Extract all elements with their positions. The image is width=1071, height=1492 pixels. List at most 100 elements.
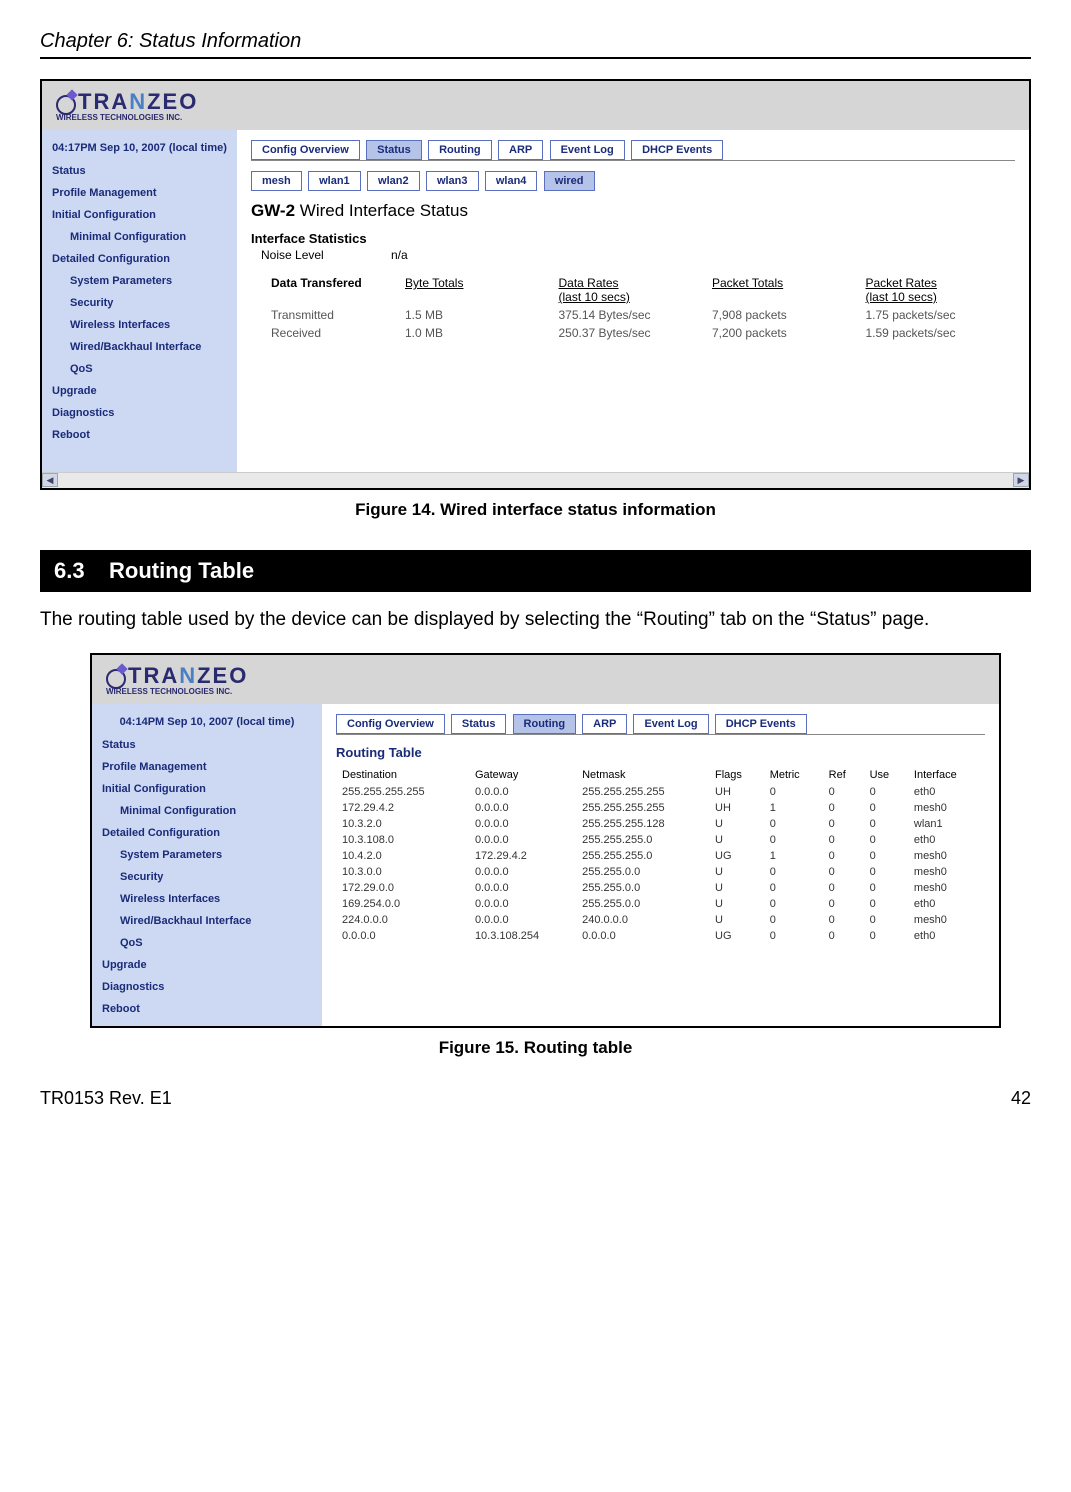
transfer-table: Data Transfered Byte Totals Data Rates(l… [251,274,1015,342]
rt-cell: 0 [764,928,823,944]
rt-cell: 10.3.0.0 [336,864,469,880]
rt-cell: mesh0 [908,864,985,880]
logo-text-a: TRA [78,89,129,114]
rt-col: Netmask [576,766,709,784]
sidebar-item-wireless[interactable]: Wireless Interfaces [42,314,237,336]
noise-label: Noise Level [251,248,391,262]
sidebar2-qos[interactable]: QoS [92,932,322,954]
subtab-wired[interactable]: wired [544,171,595,191]
tab2-routing[interactable]: Routing [513,714,577,734]
scroll-right-icon[interactable]: ▶ [1013,473,1029,487]
rt-cell: UH [709,784,764,800]
rt-cell: U [709,864,764,880]
rt-cell: 10.3.108.254 [469,928,576,944]
sidebar2-profile[interactable]: Profile Management [92,756,322,778]
sidebar2-reboot[interactable]: Reboot [92,998,322,1020]
rt-cell: 0.0.0.0 [469,896,576,912]
subtab-row: mesh wlan1 wlan2 wlan3 wlan4 wired [251,171,1015,191]
logo2-subtitle: WIRELESS TECHNOLOGIES INC. [106,687,985,696]
timestamp-2: 04:14PM Sep 10, 2007 (local time) [92,710,322,734]
rt-cell: 0 [823,912,864,928]
sidebar-item-minimal[interactable]: Minimal Configuration [42,226,237,248]
subtab-wlan1[interactable]: wlan1 [308,171,361,191]
rt-cell: 255.255.0.0 [576,896,709,912]
scroll-left-icon[interactable]: ◀ [42,473,58,487]
tab-arp[interactable]: ARP [498,140,543,160]
tab-eventlog[interactable]: Event Log [550,140,625,160]
rt-cell: U [709,832,764,848]
table-row: 0.0.0.010.3.108.2540.0.0.0UG000eth0 [336,928,985,944]
logo2-text-a: TRA [128,663,179,688]
sidebar2-security[interactable]: Security [92,866,322,888]
rt-cell: 169.254.0.0 [336,896,469,912]
rt-cell: 0.0.0.0 [469,912,576,928]
subtab-wlan2[interactable]: wlan2 [367,171,420,191]
sidebar-item-sysparams[interactable]: System Parameters [42,270,237,292]
rt-cell: 0.0.0.0 [469,800,576,816]
tab-config[interactable]: Config Overview [251,140,360,160]
rt-cell: 0 [823,896,864,912]
sidebar-item-security[interactable]: Security [42,292,237,314]
tab2-dhcp[interactable]: DHCP Events [715,714,807,734]
rt-cell: 0 [864,848,908,864]
subtab-wlan3[interactable]: wlan3 [426,171,479,191]
sidebar-item-profile[interactable]: Profile Management [42,182,237,204]
sidebar-2: 04:14PM Sep 10, 2007 (local time) Status… [92,704,322,1026]
sidebar-item-upgrade[interactable]: Upgrade [42,380,237,402]
subtab-mesh[interactable]: mesh [251,171,302,191]
rt-cell: 255.255.255.255 [336,784,469,800]
section-title: Routing Table [109,558,254,583]
rt-cell: 172.29.4.2 [469,848,576,864]
sidebar-item-initial[interactable]: Initial Configuration [42,204,237,226]
rt-cell: eth0 [908,896,985,912]
sidebar2-sysparams[interactable]: System Parameters [92,844,322,866]
tab-row-2: Config Overview Status Routing ARP Event… [336,714,985,735]
sidebar2-detailed[interactable]: Detailed Configuration [92,822,322,844]
main-panel: Config Overview Status Routing ARP Event… [237,130,1029,472]
sidebar2-initial[interactable]: Initial Configuration [92,778,322,800]
rt-col: Interface [908,766,985,784]
sidebar-item-diag[interactable]: Diagnostics [42,402,237,424]
table-row: 10.3.2.00.0.0.0255.255.255.128U000wlan1 [336,816,985,832]
tx-rate: 375.14 Bytes/sec [555,306,709,324]
col-packets: Packet Totals [712,276,783,290]
sidebar2-minimal[interactable]: Minimal Configuration [92,800,322,822]
sidebar-item-status[interactable]: Status [42,160,237,182]
sidebar2-diag[interactable]: Diagnostics [92,976,322,998]
rt-cell: 0 [864,896,908,912]
col-byte: Byte Totals [405,276,463,290]
sidebar2-wired[interactable]: Wired/Backhaul Interface [92,910,322,932]
logo-2: TRANZEO WIRELESS TECHNOLOGIES INC. [106,663,985,696]
rt-cell: 0 [764,832,823,848]
subtab-wlan4[interactable]: wlan4 [485,171,538,191]
figure14-screenshot: TRANZEO WIRELESS TECHNOLOGIES INC. 04:17… [40,79,1031,490]
rt-cell: 0 [864,784,908,800]
sidebar-item-qos[interactable]: QoS [42,358,237,380]
sidebar-item-detailed[interactable]: Detailed Configuration [42,248,237,270]
rt-cell: 0.0.0.0 [469,784,576,800]
table-row: 224.0.0.00.0.0.0240.0.0.0U000mesh0 [336,912,985,928]
sidebar-item-wired[interactable]: Wired/Backhaul Interface [42,336,237,358]
sidebar-item-reboot[interactable]: Reboot [42,424,237,446]
sidebar2-upgrade[interactable]: Upgrade [92,954,322,976]
rt-cell: UG [709,928,764,944]
rt-cell: 255.255.255.255 [576,800,709,816]
logo2-text-b: ZEO [197,663,248,688]
tx-label: Transmitted [251,306,401,324]
sidebar2-wireless[interactable]: Wireless Interfaces [92,888,322,910]
tab2-eventlog[interactable]: Event Log [633,714,708,734]
tab2-config[interactable]: Config Overview [336,714,445,734]
tab2-arp[interactable]: ARP [582,714,627,734]
tab2-status[interactable]: Status [451,714,507,734]
table-row: 10.3.108.00.0.0.0255.255.255.0U000eth0 [336,832,985,848]
rt-cell: 0 [823,784,864,800]
rt-cell: 10.3.2.0 [336,816,469,832]
tab-routing[interactable]: Routing [428,140,492,160]
rt-cell: 0 [764,816,823,832]
tab-dhcp[interactable]: DHCP Events [631,140,723,160]
sidebar2-status[interactable]: Status [92,734,322,756]
table-row: 172.29.0.00.0.0.0255.255.0.0U000mesh0 [336,880,985,896]
tab-status[interactable]: Status [366,140,422,160]
horizontal-scrollbar[interactable]: ◀ ▶ [42,472,1029,488]
rt-cell: wlan1 [908,816,985,832]
